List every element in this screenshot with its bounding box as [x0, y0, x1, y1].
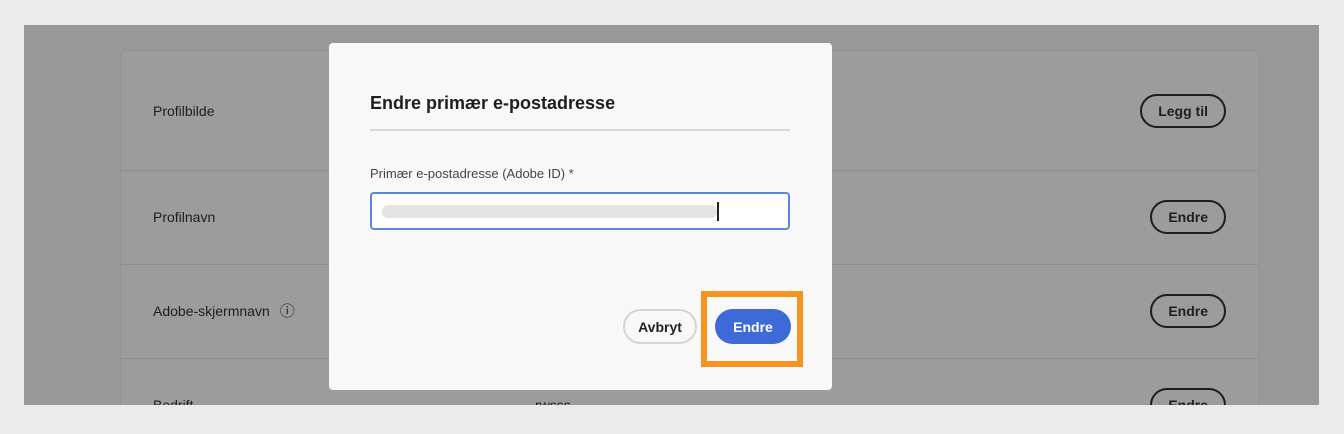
- row-value: rwsss: [535, 397, 571, 405]
- email-input[interactable]: [370, 192, 790, 230]
- cancel-button[interactable]: Avbryt: [623, 309, 697, 344]
- dialog-title: Endre primær e-postadresse: [370, 93, 616, 113]
- change-email-dialog: Endre primær e-postadresse Primær e-post…: [329, 43, 832, 390]
- add-profile-picture-button[interactable]: Legg til: [1140, 94, 1226, 128]
- row-label: Bedrift: [153, 397, 194, 405]
- edit-company-button[interactable]: Endre: [1150, 388, 1226, 405]
- edit-screen-name-button[interactable]: Endre: [1150, 294, 1226, 328]
- confirm-change-button[interactable]: Endre: [715, 309, 791, 344]
- email-field-label: Primær e-postadresse (Adobe ID) *: [370, 166, 574, 181]
- row-label: Profilbilde: [153, 103, 215, 119]
- divider: [370, 129, 790, 131]
- info-icon[interactable]: ⓘ: [280, 304, 295, 320]
- text-caret: [717, 202, 719, 221]
- redacted-email: [382, 205, 717, 218]
- row-label: Profilnavn: [153, 209, 216, 225]
- edit-profile-name-button[interactable]: Endre: [1150, 200, 1226, 234]
- row-label: Adobe-skjermnavn: [153, 303, 270, 319]
